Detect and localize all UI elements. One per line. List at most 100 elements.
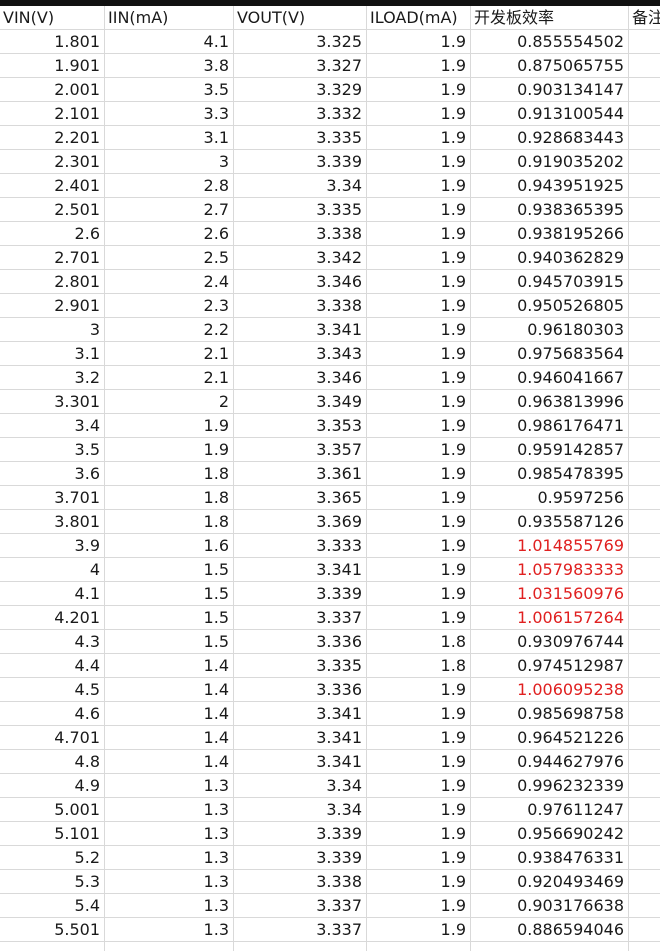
cell-vin[interactable]: 2.801	[0, 270, 105, 294]
cell-iin[interactable]: 1.4	[105, 702, 234, 726]
cell-vin[interactable]: 5.3	[0, 870, 105, 894]
cell-vin[interactable]: 4.5	[0, 678, 105, 702]
cell-efficiency[interactable]: 0.950526805	[471, 294, 629, 318]
cell-iin[interactable]: 1.8	[105, 486, 234, 510]
cell-iin[interactable]: 1.3	[105, 846, 234, 870]
header-cell-vin[interactable]: VIN(V)	[0, 6, 105, 30]
cell-vout[interactable]: 3.34	[234, 174, 367, 198]
cell-efficiency[interactable]: 1.006157264	[471, 606, 629, 630]
cell-iin[interactable]: 1.9	[105, 414, 234, 438]
cell-efficiency[interactable]: 0.903176638	[471, 894, 629, 918]
cell-notes[interactable]	[629, 606, 660, 630]
cell-iload[interactable]: 1.9	[367, 726, 471, 750]
cell-vin[interactable]: 3.801	[0, 510, 105, 534]
cell-vout[interactable]: 3.336	[234, 630, 367, 654]
cell-iin[interactable]: 1.5	[105, 606, 234, 630]
header-cell-iin[interactable]: IIN(mA)	[105, 6, 234, 30]
cell-vout[interactable]: 3.349	[234, 390, 367, 414]
cell-iload[interactable]: 1.9	[367, 822, 471, 846]
cell-efficiency[interactable]: 1.057983333	[471, 558, 629, 582]
cell-iload[interactable]: 1.9	[367, 870, 471, 894]
cell-vout[interactable]: 3.332	[234, 102, 367, 126]
cell-vout[interactable]: 3.341	[234, 318, 367, 342]
cell-iload[interactable]: 1.9	[367, 150, 471, 174]
cell-notes[interactable]	[629, 870, 660, 894]
empty-cell[interactable]	[367, 942, 471, 951]
cell-iin[interactable]: 1.8	[105, 462, 234, 486]
cell-notes[interactable]	[629, 750, 660, 774]
cell-efficiency[interactable]: 0.920493469	[471, 870, 629, 894]
header-cell-efficiency[interactable]: 开发板效率	[471, 6, 629, 30]
cell-iin[interactable]: 1.5	[105, 582, 234, 606]
cell-efficiency[interactable]: 0.940362829	[471, 246, 629, 270]
cell-iin[interactable]: 2.1	[105, 366, 234, 390]
cell-iload[interactable]: 1.9	[367, 270, 471, 294]
cell-vin[interactable]: 3.301	[0, 390, 105, 414]
cell-notes[interactable]	[629, 918, 660, 942]
cell-iin[interactable]: 2.3	[105, 294, 234, 318]
cell-efficiency[interactable]: 0.986176471	[471, 414, 629, 438]
cell-iin[interactable]: 4.1	[105, 30, 234, 54]
cell-efficiency[interactable]: 0.964521226	[471, 726, 629, 750]
cell-iload[interactable]: 1.8	[367, 654, 471, 678]
cell-notes[interactable]	[629, 438, 660, 462]
cell-iload[interactable]: 1.8	[367, 630, 471, 654]
cell-vout[interactable]: 3.339	[234, 582, 367, 606]
cell-iload[interactable]: 1.9	[367, 54, 471, 78]
cell-efficiency[interactable]: 0.855554502	[471, 30, 629, 54]
cell-vin[interactable]: 2.301	[0, 150, 105, 174]
cell-notes[interactable]	[629, 270, 660, 294]
cell-vin[interactable]: 3.6	[0, 462, 105, 486]
cell-iload[interactable]: 1.9	[367, 774, 471, 798]
cell-efficiency[interactable]: 0.97611247	[471, 798, 629, 822]
cell-iin[interactable]: 1.4	[105, 726, 234, 750]
cell-iload[interactable]: 1.9	[367, 918, 471, 942]
cell-notes[interactable]	[629, 822, 660, 846]
cell-iin[interactable]: 1.4	[105, 750, 234, 774]
cell-efficiency[interactable]: 0.943951925	[471, 174, 629, 198]
cell-notes[interactable]	[629, 534, 660, 558]
cell-vin[interactable]: 2.901	[0, 294, 105, 318]
cell-iin[interactable]: 1.5	[105, 630, 234, 654]
cell-notes[interactable]	[629, 198, 660, 222]
cell-vout[interactable]: 3.335	[234, 198, 367, 222]
cell-vout[interactable]: 3.361	[234, 462, 367, 486]
cell-vout[interactable]: 3.342	[234, 246, 367, 270]
empty-cell[interactable]	[105, 942, 234, 951]
cell-iin[interactable]: 1.9	[105, 438, 234, 462]
cell-notes[interactable]	[629, 846, 660, 870]
cell-notes[interactable]	[629, 798, 660, 822]
cell-notes[interactable]	[629, 894, 660, 918]
cell-vout[interactable]: 3.336	[234, 678, 367, 702]
cell-iload[interactable]: 1.9	[367, 462, 471, 486]
cell-vin[interactable]: 5.101	[0, 822, 105, 846]
empty-cell[interactable]	[234, 942, 367, 951]
cell-efficiency[interactable]: 0.945703915	[471, 270, 629, 294]
cell-vin[interactable]: 4.8	[0, 750, 105, 774]
cell-vout[interactable]: 3.343	[234, 342, 367, 366]
cell-iin[interactable]: 1.4	[105, 678, 234, 702]
cell-vin[interactable]: 5.4	[0, 894, 105, 918]
cell-iload[interactable]: 1.9	[367, 174, 471, 198]
cell-vin[interactable]: 2.101	[0, 102, 105, 126]
cell-iload[interactable]: 1.9	[367, 318, 471, 342]
cell-vout[interactable]: 3.365	[234, 486, 367, 510]
cell-notes[interactable]	[629, 510, 660, 534]
cell-vout[interactable]: 3.338	[234, 294, 367, 318]
cell-notes[interactable]	[629, 366, 660, 390]
cell-iin[interactable]: 2	[105, 390, 234, 414]
cell-iin[interactable]: 1.3	[105, 894, 234, 918]
cell-vin[interactable]: 2.401	[0, 174, 105, 198]
cell-iin[interactable]: 1.3	[105, 918, 234, 942]
cell-iin[interactable]: 1.3	[105, 774, 234, 798]
cell-iin[interactable]: 2.2	[105, 318, 234, 342]
cell-efficiency[interactable]: 0.963813996	[471, 390, 629, 414]
cell-vout[interactable]: 3.338	[234, 870, 367, 894]
cell-efficiency[interactable]: 1.031560976	[471, 582, 629, 606]
empty-cell[interactable]	[471, 942, 629, 951]
cell-vout[interactable]: 3.34	[234, 774, 367, 798]
cell-efficiency[interactable]: 0.875065755	[471, 54, 629, 78]
cell-iload[interactable]: 1.9	[367, 582, 471, 606]
cell-notes[interactable]	[629, 582, 660, 606]
cell-notes[interactable]	[629, 78, 660, 102]
